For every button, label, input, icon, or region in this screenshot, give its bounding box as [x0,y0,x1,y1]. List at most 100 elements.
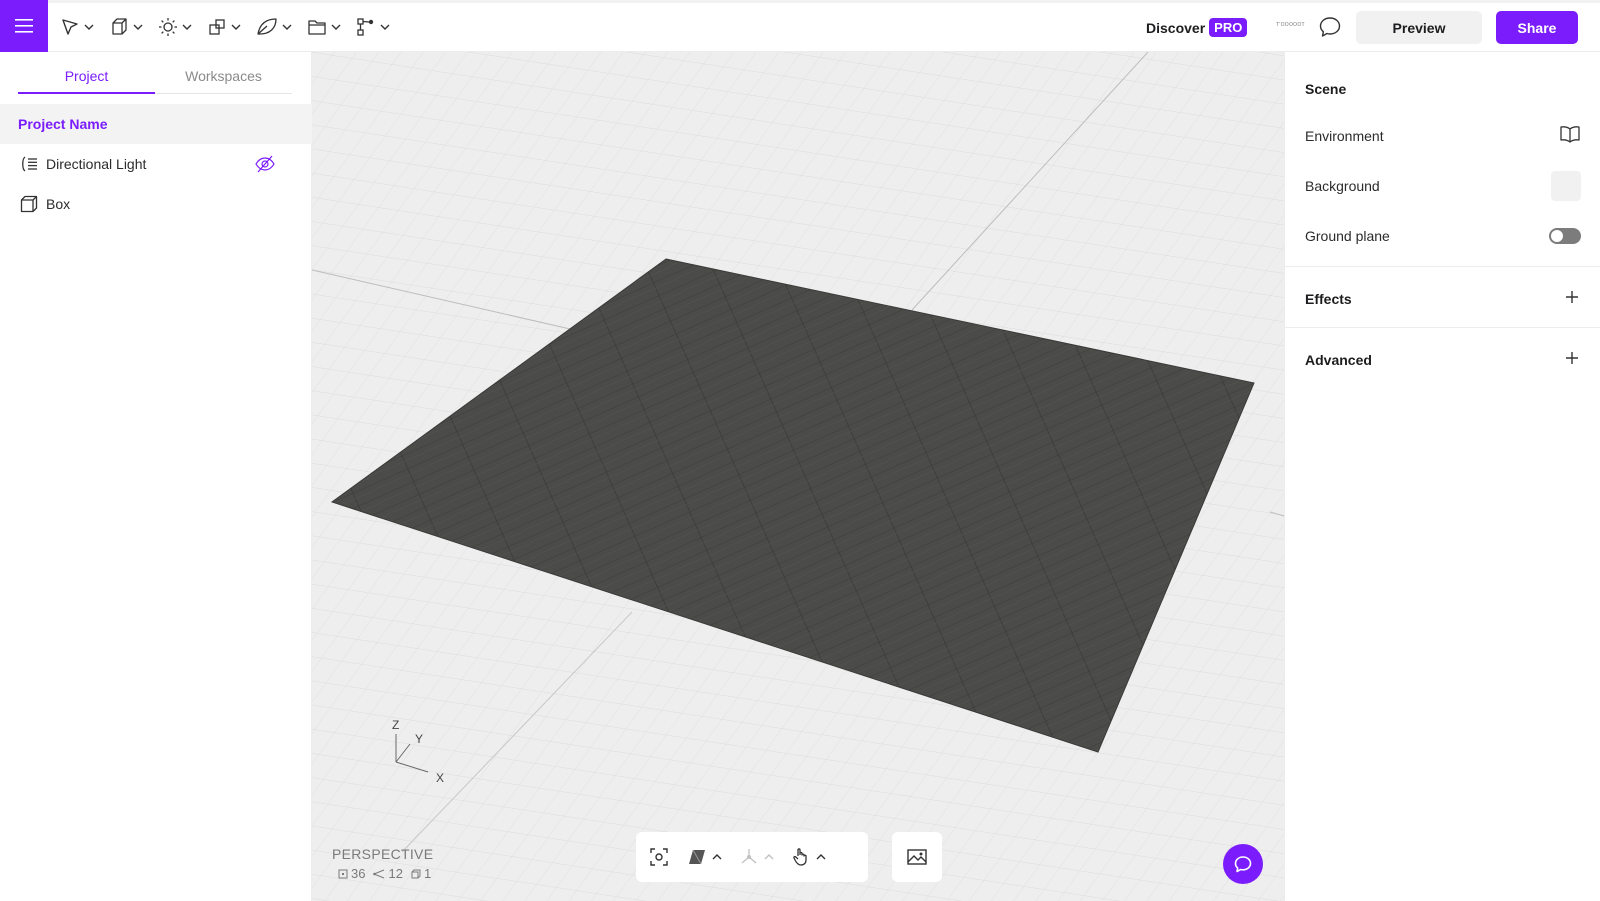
hand-pointer-icon [793,848,807,866]
shaded-solid-icon [689,849,705,865]
object-count-value: 1 [423,866,432,881]
comments-button[interactable] [1318,16,1342,38]
camera-mode-label[interactable]: PERSPECTIVE [332,846,433,862]
tree-item-box[interactable]: Box [0,184,312,224]
ground-plane-toggle[interactable] [1549,228,1581,244]
toggle-knob [1551,230,1563,242]
vertex-count-value: 36 [351,866,366,881]
directional-light-icon [22,156,37,172]
material-leaf-icon [257,18,277,35]
environment-label: Environment [1305,128,1384,144]
object-count: 1 [411,866,431,881]
main-menu-button[interactable] [0,0,48,52]
top-divider [0,0,1600,3]
transform-shapes-icon [209,19,225,35]
import-file-dropdown[interactable] [303,10,350,44]
chevron-up-icon [816,854,826,860]
share-button[interactable]: Share [1496,11,1578,44]
plus-icon [1566,291,1578,303]
chat-bubble-icon [1234,856,1252,873]
chevron-down-icon [231,24,241,30]
discover-pro-link[interactable]: Discover PRO [1146,18,1248,37]
edge-count-value: 12 [388,866,403,881]
select-arrow-icon [62,19,78,35]
environment-row: Environment [1305,121,1581,151]
box-icon [20,195,38,213]
focus-frame-icon [650,848,668,866]
project-name: Project Name [18,116,108,132]
gizmo-mode-dropdown[interactable] [738,846,774,868]
advanced-heading: Advanced [1305,352,1372,368]
axis-label-z: Z [392,718,399,732]
tab-project[interactable]: Project [18,66,155,94]
preview-button[interactable]: Preview [1356,11,1482,44]
ground-plane-row: Ground plane [1305,221,1581,251]
environment-library-button[interactable] [1559,125,1581,148]
select-tool-dropdown[interactable] [56,10,103,44]
folder-icon [308,20,326,35]
section-divider [1285,266,1600,267]
viewport-toolbar [636,832,868,882]
add-effect-button[interactable] [1564,289,1580,310]
expand-advanced-button[interactable] [1564,350,1580,371]
render-mode-dropdown[interactable] [686,846,722,868]
tree-item-label: Directional Light [46,156,147,172]
edge-count: 12 [373,866,403,881]
top-toolbar: Discover PRO T'OOOOOT Preview Share [0,0,1600,52]
scene-heading: Scene [1305,81,1347,97]
chevron-down-icon [282,24,292,30]
panel-tabs: Project Workspaces [18,66,292,94]
boolean-tool-dropdown[interactable] [203,10,250,44]
render-image-button[interactable] [892,832,942,882]
visibility-toggle[interactable] [254,154,276,179]
brand-mark: T'OOOOOT [1276,22,1305,28]
ground-plane-label: Ground plane [1305,228,1390,244]
section-divider [1285,327,1600,328]
chevron-up-icon [764,854,774,860]
speech-bubble-icon [1319,17,1341,37]
project-root-row[interactable]: Project Name [0,104,312,144]
support-chat-button[interactable] [1223,844,1263,884]
transform-gizmo-icon [741,849,757,864]
background-label: Background [1305,178,1380,194]
scene-canvas[interactable]: Z Y X [312,52,1284,901]
properties-panel: Scene Environment Background Ground plan… [1284,52,1600,901]
chevron-down-icon [331,24,341,30]
chevron-down-icon [133,24,143,30]
background-color-swatch[interactable] [1551,171,1581,201]
snap-mode-dropdown[interactable] [790,846,826,868]
tree-item-directional-light[interactable]: Directional Light [0,144,312,184]
left-panel: Project Workspaces Project Name Directio… [0,52,312,901]
open-book-icon [1560,125,1580,143]
add-object-dropdown[interactable] [105,10,152,44]
focus-view-button[interactable] [648,846,670,868]
axis-label-x: X [436,771,444,785]
chevron-down-icon [380,24,390,30]
pro-badge: PRO [1209,18,1248,37]
scene-stats: 36 12 1 [338,866,439,881]
tree-item-label: Box [46,196,71,212]
vertex-count: 36 [338,866,365,881]
object-icon [411,869,421,878]
chevron-down-icon [182,24,192,30]
background-row: Background [1305,171,1581,201]
chevron-down-icon [84,24,94,30]
plus-icon [1566,352,1578,364]
tool-group [56,10,401,44]
material-tool-dropdown[interactable] [252,10,301,44]
eye-hidden-icon [255,155,275,173]
axis-label-y: Y [415,732,423,746]
effects-heading: Effects [1305,291,1352,307]
sun-light-icon [159,18,177,36]
cube-icon [112,18,127,35]
tab-workspaces[interactable]: Workspaces [155,66,292,93]
interaction-tool-dropdown[interactable] [352,10,399,44]
vertex-icon [338,869,348,878]
3d-viewport[interactable]: Z Y X PERSPECTIVE 36 12 1 [312,52,1284,901]
add-light-dropdown[interactable] [154,10,201,44]
node-graph-icon [357,18,374,36]
chevron-up-icon [712,854,722,860]
edge-icon [373,869,385,878]
discover-label: Discover [1146,19,1206,36]
hamburger-menu-icon [15,19,33,33]
